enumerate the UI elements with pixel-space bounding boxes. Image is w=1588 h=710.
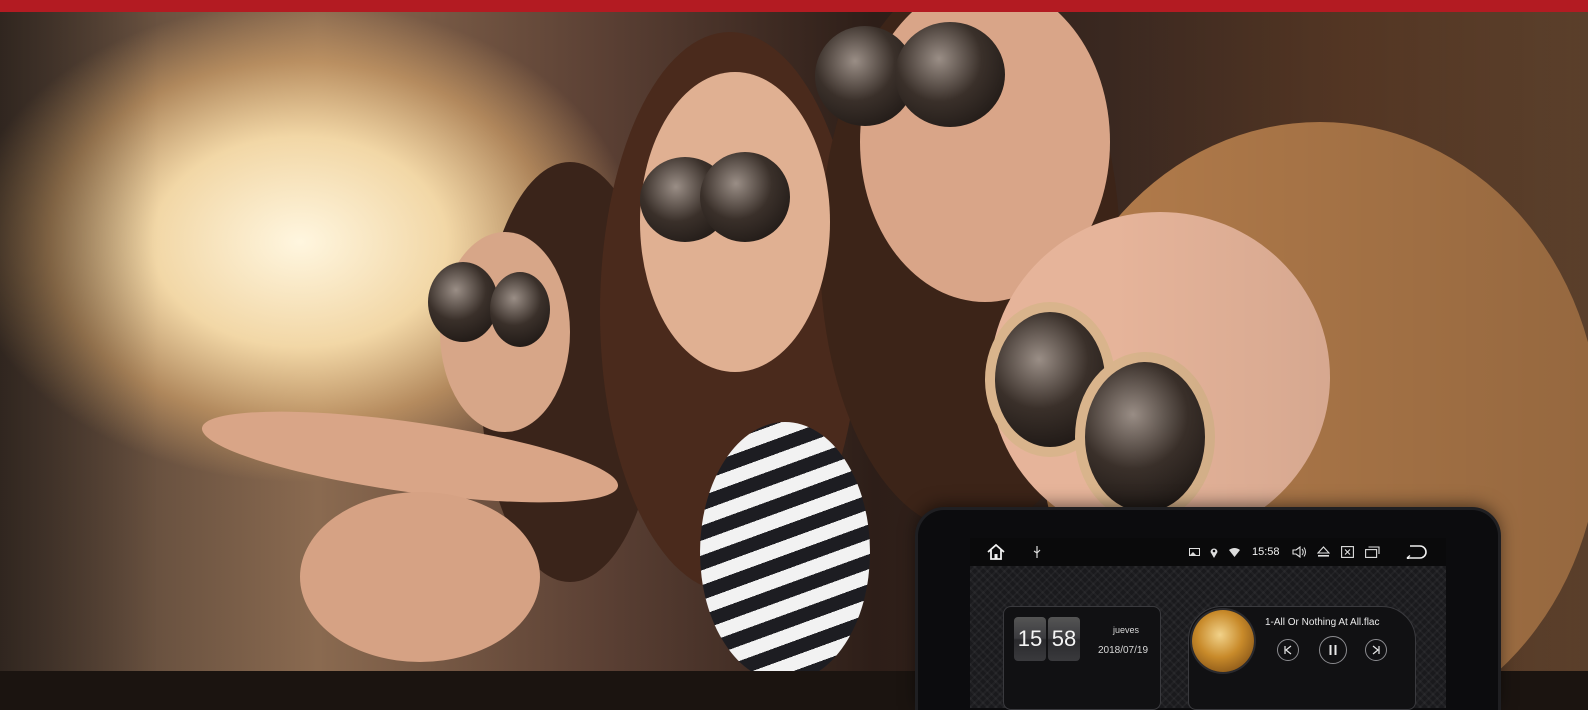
back-icon[interactable] <box>1402 538 1430 566</box>
clock-weekday: jueves <box>1112 625 1139 635</box>
pause-button[interactable] <box>1319 636 1347 664</box>
clock-widget[interactable]: 15 58 jueves 2018/07/19 <box>1003 606 1161 710</box>
home-icon[interactable] <box>984 538 1008 566</box>
car-head-unit: 15:58 15 58 jueves 2018/07/19 1-All Or N… <box>918 510 1498 710</box>
clock-hour: 15 <box>1014 617 1046 661</box>
volume-icon[interactable] <box>1292 538 1308 566</box>
previous-track-button[interactable] <box>1277 639 1299 661</box>
top-accent-bar <box>0 0 1588 12</box>
clock-date: 2018/07/19 <box>1097 645 1149 656</box>
wifi-icon <box>1228 538 1240 566</box>
head-unit-screen: 15:58 15 58 jueves 2018/07/19 1-All Or N… <box>970 538 1446 710</box>
status-indicators: 15:58 <box>1188 538 1382 566</box>
cast-icon <box>1188 538 1200 566</box>
status-bar: 15:58 <box>970 538 1446 566</box>
next-track-button[interactable] <box>1365 639 1387 661</box>
album-art[interactable] <box>1192 610 1254 672</box>
close-box-icon[interactable] <box>1340 538 1356 566</box>
clock-minute: 58 <box>1048 617 1080 661</box>
track-title: 1-All Or Nothing At All.flac <box>1265 617 1380 628</box>
location-icon <box>1208 538 1220 566</box>
recent-apps-icon[interactable] <box>1364 538 1382 566</box>
status-time: 15:58 <box>1252 546 1280 558</box>
usb-icon <box>1030 538 1044 566</box>
music-widget[interactable]: 1-All Or Nothing At All.flac <box>1188 606 1416 710</box>
eject-icon[interactable] <box>1316 538 1332 566</box>
